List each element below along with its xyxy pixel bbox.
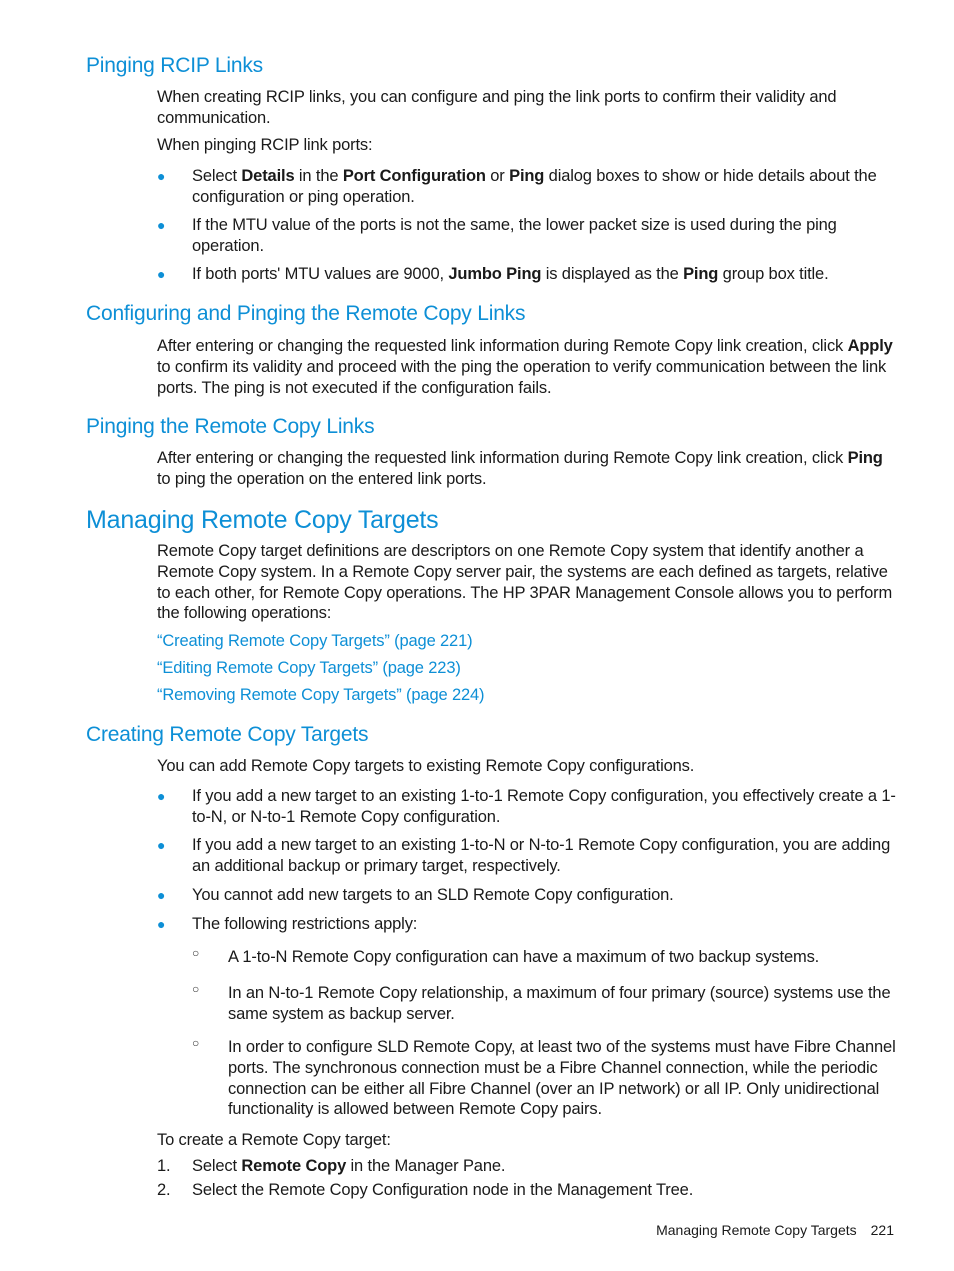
paragraph: Remote Copy target definitions are descr… [157,542,893,623]
list-item-text: The following restrictions apply: [192,915,418,933]
page-footer: Managing Remote Copy Targets 221 [656,1222,894,1238]
list-item-text: If the MTU value of the ports is not the… [192,216,837,255]
section-heading-pinging-remote-copy-links: Pinging the Remote Copy Links [86,415,375,438]
bullet-icon: ● [157,266,166,282]
list-item-text: Select Details in the Port Configuration… [192,167,877,206]
sub-list-item-text: A 1-to-N Remote Copy configuration can h… [228,948,820,966]
sub-bullet-icon: ○ [192,946,200,960]
bullet-icon: ● [157,837,166,853]
sub-list-item-text: In an N-to-1 Remote Copy relationship, a… [228,984,891,1023]
section-heading-creating-targets: Creating Remote Copy Targets [86,723,369,746]
sub-list-item-text: In order to configure SLD Remote Copy, a… [228,1038,896,1119]
link-removing-targets[interactable]: “Removing Remote Copy Targets” (page 224… [157,685,485,706]
step-text: Select the Remote Copy Configuration nod… [192,1181,694,1199]
section-heading-configuring-pinging: Configuring and Pinging the Remote Copy … [86,302,526,325]
step-text: Select Remote Copy in the Manager Pane. [192,1157,506,1175]
list-item-text: If both ports' MTU values are 9000, Jumb… [192,265,829,283]
list-item-text: If you add a new target to an existing 1… [192,787,896,826]
paragraph: After entering or changing the requested… [157,337,893,397]
section-heading-pinging-rcip-links: Pinging RCIP Links [86,54,263,77]
bullet-icon: ● [157,788,166,804]
page-number: 221 [870,1222,894,1238]
paragraph: When pinging RCIP link ports: [157,136,373,154]
bullet-icon: ● [157,168,166,184]
chapter-heading-managing-targets: Managing Remote Copy Targets [86,506,439,534]
list-item-text: You cannot add new targets to an SLD Rem… [192,886,674,904]
bullet-icon: ● [157,916,166,932]
sub-bullet-icon: ○ [192,1036,200,1050]
paragraph: After entering or changing the requested… [157,449,883,488]
paragraph: To create a Remote Copy target: [157,1131,391,1149]
step-number: 2. [157,1181,171,1199]
list-item-text: If you add a new target to an existing 1… [192,836,891,875]
paragraph: You can add Remote Copy targets to exist… [157,757,695,775]
bullet-icon: ● [157,217,166,233]
step-number: 1. [157,1157,171,1175]
paragraph: When creating RCIP links, you can config… [157,88,837,127]
bullet-icon: ● [157,887,166,903]
sub-bullet-icon: ○ [192,982,200,996]
link-editing-targets[interactable]: “Editing Remote Copy Targets” (page 223) [157,658,461,679]
link-creating-targets[interactable]: “Creating Remote Copy Targets” (page 221… [157,631,473,652]
footer-title: Managing Remote Copy Targets [656,1222,857,1238]
